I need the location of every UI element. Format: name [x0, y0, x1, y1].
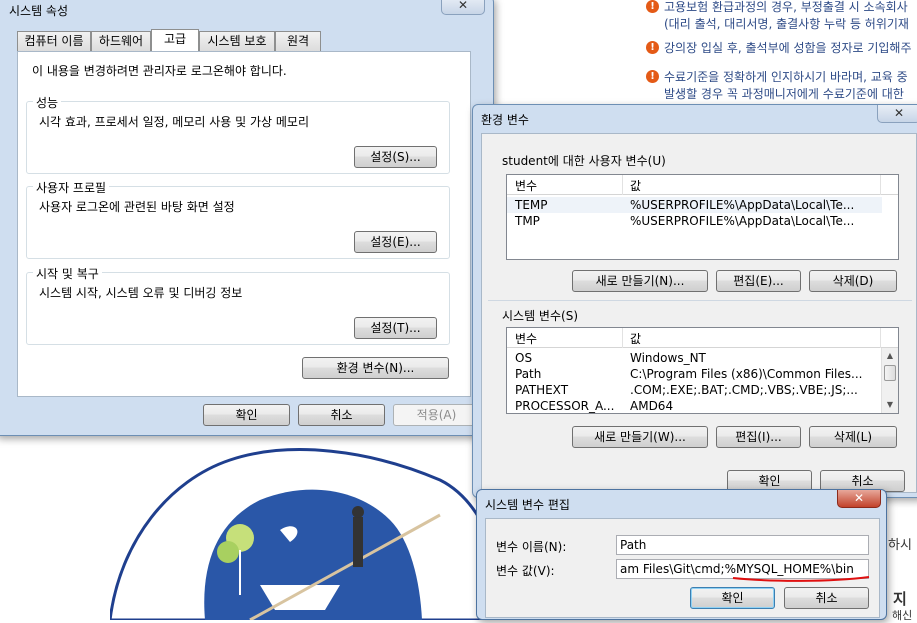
background-text: 해신 — [892, 609, 913, 622]
vertical-scrollbar[interactable]: ▲ ▼ — [881, 348, 898, 413]
variable-value-label: 변수 값(V): — [496, 564, 555, 578]
startup-recovery-desc: 시스템 시작, 시스템 오류 및 디버깅 정보 — [39, 286, 243, 300]
system-vars-label: 시스템 변수(S) — [502, 309, 578, 323]
user-edit-button[interactable]: 편집(E)... — [716, 270, 801, 292]
close-icon: ✕ — [853, 491, 865, 505]
ok-button[interactable]: 확인 — [690, 587, 775, 609]
user-delete-button[interactable]: 삭제(D) — [809, 270, 897, 292]
col-value: 값 — [630, 179, 642, 193]
background-illustration — [110, 448, 510, 620]
tab-panel-advanced: 이 내용을 변경하려면 관리자로 로그온해야 합니다. 성능 시각 효과, 프로… — [17, 51, 471, 397]
cancel-button[interactable]: 취소 — [298, 404, 385, 426]
cancel-button[interactable]: 취소 — [784, 587, 869, 609]
window-title: 환경 변수 — [481, 113, 529, 127]
scroll-down-icon[interactable]: ▼ — [882, 397, 898, 413]
user-new-button[interactable]: 새로 만들기(N)... — [572, 270, 708, 292]
user-profile-desc: 사용자 로그온에 관련된 바탕 화면 설정 — [39, 200, 235, 214]
col-value: 값 — [630, 332, 642, 346]
red-underline-annotation — [732, 576, 870, 582]
list-item[interactable]: OS Windows_NT — [507, 350, 882, 366]
close-button[interactable]: ✕ — [441, 0, 485, 15]
tab-remote[interactable]: 원격 — [275, 31, 321, 51]
environment-variables-window: 환경 변수 ✕ student에 대한 사용자 변수(U) 변수 값 TEMP … — [472, 104, 917, 498]
performance-label: 성능 — [33, 94, 62, 111]
close-icon: ✕ — [457, 0, 469, 12]
performance-settings-button[interactable]: 설정(S)... — [354, 146, 437, 168]
col-variable: 변수 — [515, 332, 538, 346]
background-text: 지 — [893, 590, 907, 608]
close-icon: ✕ — [893, 106, 905, 120]
apply-button[interactable]: 적용(A) — [393, 404, 480, 426]
variable-name-input[interactable]: Path — [616, 535, 869, 555]
performance-desc: 시각 효과, 프로세서 일정, 메모리 사용 및 가상 메모리 — [39, 115, 309, 129]
edit-system-variable-window: 시스템 변수 편집 ✕ 변수 이름(N): Path 변수 값(V): am F… — [476, 489, 887, 620]
list-item[interactable]: Path C:\Program Files (x86)\Common Files… — [507, 366, 882, 382]
tab-hardware[interactable]: 하드웨어 — [91, 31, 151, 51]
admin-note: 이 내용을 변경하려면 관리자로 로그온해야 합니다. — [32, 64, 287, 78]
scroll-thumb[interactable] — [884, 365, 896, 381]
window-title: 시스템 속성 — [9, 4, 69, 18]
variable-name-label: 변수 이름(N): — [496, 540, 567, 554]
list-item[interactable]: PROCESSOR_A... AMD64 — [507, 398, 882, 413]
user-vars-label: student에 대한 사용자 변수(U) — [502, 154, 666, 168]
startup-recovery-settings-button[interactable]: 설정(T)... — [354, 317, 437, 339]
warning-icon: ! — [646, 70, 659, 83]
scroll-up-icon[interactable]: ▲ — [882, 348, 898, 364]
system-new-button[interactable]: 새로 만들기(W)... — [572, 426, 708, 448]
startup-recovery-label: 시작 및 복구 — [33, 265, 102, 282]
warning-icon: ! — [646, 0, 659, 13]
close-button[interactable]: ✕ — [877, 105, 917, 123]
environment-variables-button[interactable]: 환경 변수(N)... — [302, 357, 449, 379]
performance-group: 성능 시각 효과, 프로세서 일정, 메모리 사용 및 가상 메모리 설정(S)… — [26, 94, 450, 174]
user-profile-label: 사용자 프로필 — [33, 179, 110, 196]
system-properties-window: 시스템 속성 ✕ 컴퓨터 이름 하드웨어 고급 시스템 보호 원격 이 내용을 … — [0, 0, 494, 436]
system-edit-button[interactable]: 편집(I)... — [716, 426, 801, 448]
edit-var-body: 변수 이름(N): Path 변수 값(V): am Files\Git\cmd… — [485, 518, 880, 618]
col-variable: 변수 — [515, 179, 538, 193]
list-header: 변수 값 — [507, 328, 898, 348]
user-vars-list[interactable]: 변수 값 TEMP %USERPROFILE%\AppData\Local\Te… — [506, 174, 899, 260]
list-item[interactable]: TEMP %USERPROFILE%\AppData\Local\Te... — [507, 197, 882, 213]
startup-recovery-group: 시작 및 복구 시스템 시작, 시스템 오류 및 디버깅 정보 설정(T)... — [26, 265, 450, 345]
close-button[interactable]: ✕ — [837, 490, 881, 508]
system-delete-button[interactable]: 삭제(L) — [809, 426, 897, 448]
section-divider — [488, 300, 912, 301]
env-body: student에 대한 사용자 변수(U) 변수 값 TEMP %USERPRO… — [481, 133, 917, 493]
ok-button[interactable]: 확인 — [203, 404, 290, 426]
highlighted-value: %MYSQL_HOME%\bin — [724, 562, 854, 576]
list-item[interactable]: TMP %USERPROFILE%\AppData\Local\Te... — [507, 213, 882, 229]
user-profile-settings-button[interactable]: 설정(E)... — [354, 231, 437, 253]
list-header: 변수 값 — [507, 175, 898, 195]
tab-advanced[interactable]: 고급 — [151, 29, 199, 51]
list-item[interactable]: PATHEXT .COM;.EXE;.BAT;.CMD;.VBS;.VBE;.J… — [507, 382, 882, 398]
user-profile-group: 사용자 프로필 사용자 로그온에 관련된 바탕 화면 설정 설정(E)... — [26, 179, 450, 259]
background-text: 하시 — [888, 538, 912, 553]
window-title: 시스템 변수 편집 — [485, 498, 570, 512]
tab-computer-name[interactable]: 컴퓨터 이름 — [17, 31, 91, 51]
system-vars-list[interactable]: 변수 값 OS Windows_NT Path C:\Program Files… — [506, 327, 899, 414]
tab-system-protection[interactable]: 시스템 보호 — [199, 31, 275, 51]
warning-icon: ! — [646, 41, 659, 54]
